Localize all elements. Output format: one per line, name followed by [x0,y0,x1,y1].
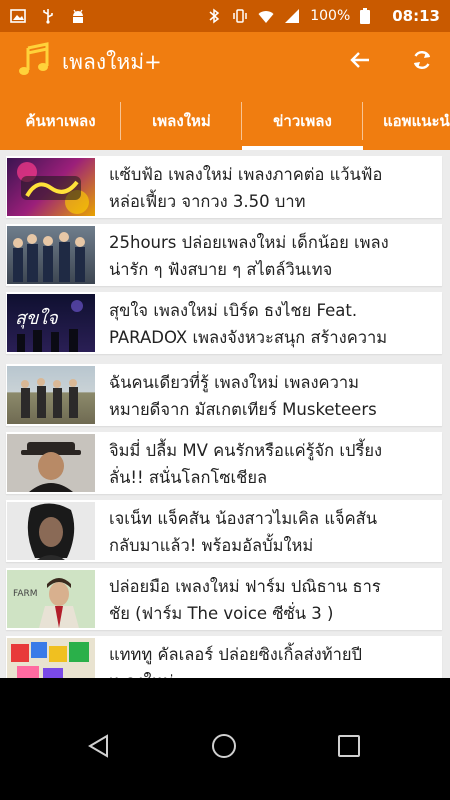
svg-text:สุขใจ: สุขใจ [15,307,59,329]
vibrate-icon [232,8,248,24]
image-icon [10,8,26,24]
home-circle-icon [211,733,237,763]
news-headline: ปล่อยมือ เพลงใหม่ ฟาร์ม ปณิธาน ธาร ชัย (… [109,577,381,623]
nav-recents-button[interactable] [329,732,369,764]
tab-search-music[interactable]: ค้นหาเพลง [0,92,121,150]
usb-icon [40,8,56,24]
back-triangle-icon [86,733,112,763]
wifi-icon [258,8,274,24]
news-thumbnail [7,502,95,560]
news-headline: สุขใจ เพลงใหม่ เบิร์ด ธงไชย Feat. PARADO… [109,301,388,347]
tab-label: เพลงใหม่ [152,112,211,130]
list-item[interactable]: จิมมี่ ปลื้ม MV คนรักหรือแค่รู้จัก เปรี้… [6,432,442,494]
battery-icon [360,8,376,24]
app-bar: เพลงใหม่+ [0,32,450,92]
news-thumbnail: FARM [7,570,95,628]
tab-music-news[interactable]: ข่าวเพลง [242,92,363,150]
signal-icon [284,8,300,24]
app-title: เพลงใหม่+ [62,49,162,74]
news-headline: แซ้บฟ้อ เพลงใหม่ เพลงภาคต่อ แว้นฟ้อ หล่อ… [109,165,383,211]
list-item[interactable]: แทททู คัลเลอร์ ปล่อยซิงเกิ้ลส่งท้ายปี เพ… [6,636,442,678]
news-thumbnail [7,158,95,216]
status-bar: 100% 08:13 [0,0,450,32]
back-arrow-button[interactable] [346,48,374,76]
recents-square-icon [337,734,361,762]
news-headline: จิมมี่ ปลื้ม MV คนรักหรือแค่รู้จัก เปรี้… [109,441,383,487]
list-item[interactable]: สุขใจ สุขใจ เพลงใหม่ เบิร์ด ธงไชย Feat. … [6,292,442,354]
tab-label: แอพแนะนำ [383,112,450,130]
news-headline: แทททู คัลเลอร์ ปล่อยซิงเกิ้ลส่งท้ายปี เพ… [109,645,362,678]
news-thumbnail [7,226,95,284]
tab-bar: ค้นหาเพลง เพลงใหม่ ข่าวเพลง แอพแนะนำ [0,92,450,150]
news-thumbnail [7,434,95,492]
list-item[interactable]: เจเน็ท แจ็คสัน น้องสาวไมเคิล แจ็คสัน กลั… [6,500,442,562]
refresh-button[interactable] [408,48,436,76]
tab-label: ข่าวเพลง [273,112,332,130]
news-headline: ฉันคนเดียวที่รู้ เพลงใหม่ เพลงความ หมายด… [109,373,377,419]
tab-recommended-apps[interactable]: แอพแนะนำ [363,92,450,150]
list-item[interactable]: ฉันคนเดียวที่รู้ เพลงใหม่ เพลงความ หมายด… [6,364,442,426]
list-item[interactable]: 25hours ปล่อยเพลงใหม่ เด็กน้อย เพลง น่าร… [6,224,442,286]
tab-new-songs[interactable]: เพลงใหม่ [121,92,242,150]
android-icon [70,8,86,24]
svg-text:FARM: FARM [13,589,38,599]
news-thumbnail [7,366,95,424]
news-list[interactable]: แซ้บฟ้อ เพลงใหม่ เพลงภาคต่อ แว้นฟ้อ หล่อ… [0,150,450,678]
nav-back-button[interactable] [79,732,119,764]
back-arrow-icon [349,49,371,75]
battery-percent: 100% [310,8,351,24]
system-nav-bar [0,678,450,800]
refresh-icon [411,49,433,75]
list-item[interactable]: แซ้บฟ้อ เพลงใหม่ เพลงภาคต่อ แว้นฟ้อ หล่อ… [6,156,442,218]
bluetooth-icon [206,8,222,24]
music-note-icon [16,42,52,82]
clock: 08:13 [392,7,440,25]
list-item[interactable]: FARM ปล่อยมือ เพลงใหม่ ฟาร์ม ปณิธาน ธาร … [6,568,442,630]
news-thumbnail: สุขใจ [7,294,95,352]
news-thumbnail [7,638,95,678]
news-headline: 25hours ปล่อยเพลงใหม่ เด็กน้อย เพลง น่าร… [109,233,389,279]
nav-home-button[interactable] [204,732,244,764]
news-headline: เจเน็ท แจ็คสัน น้องสาวไมเคิล แจ็คสัน กลั… [109,509,378,555]
tab-label: ค้นหาเพลง [25,112,96,130]
